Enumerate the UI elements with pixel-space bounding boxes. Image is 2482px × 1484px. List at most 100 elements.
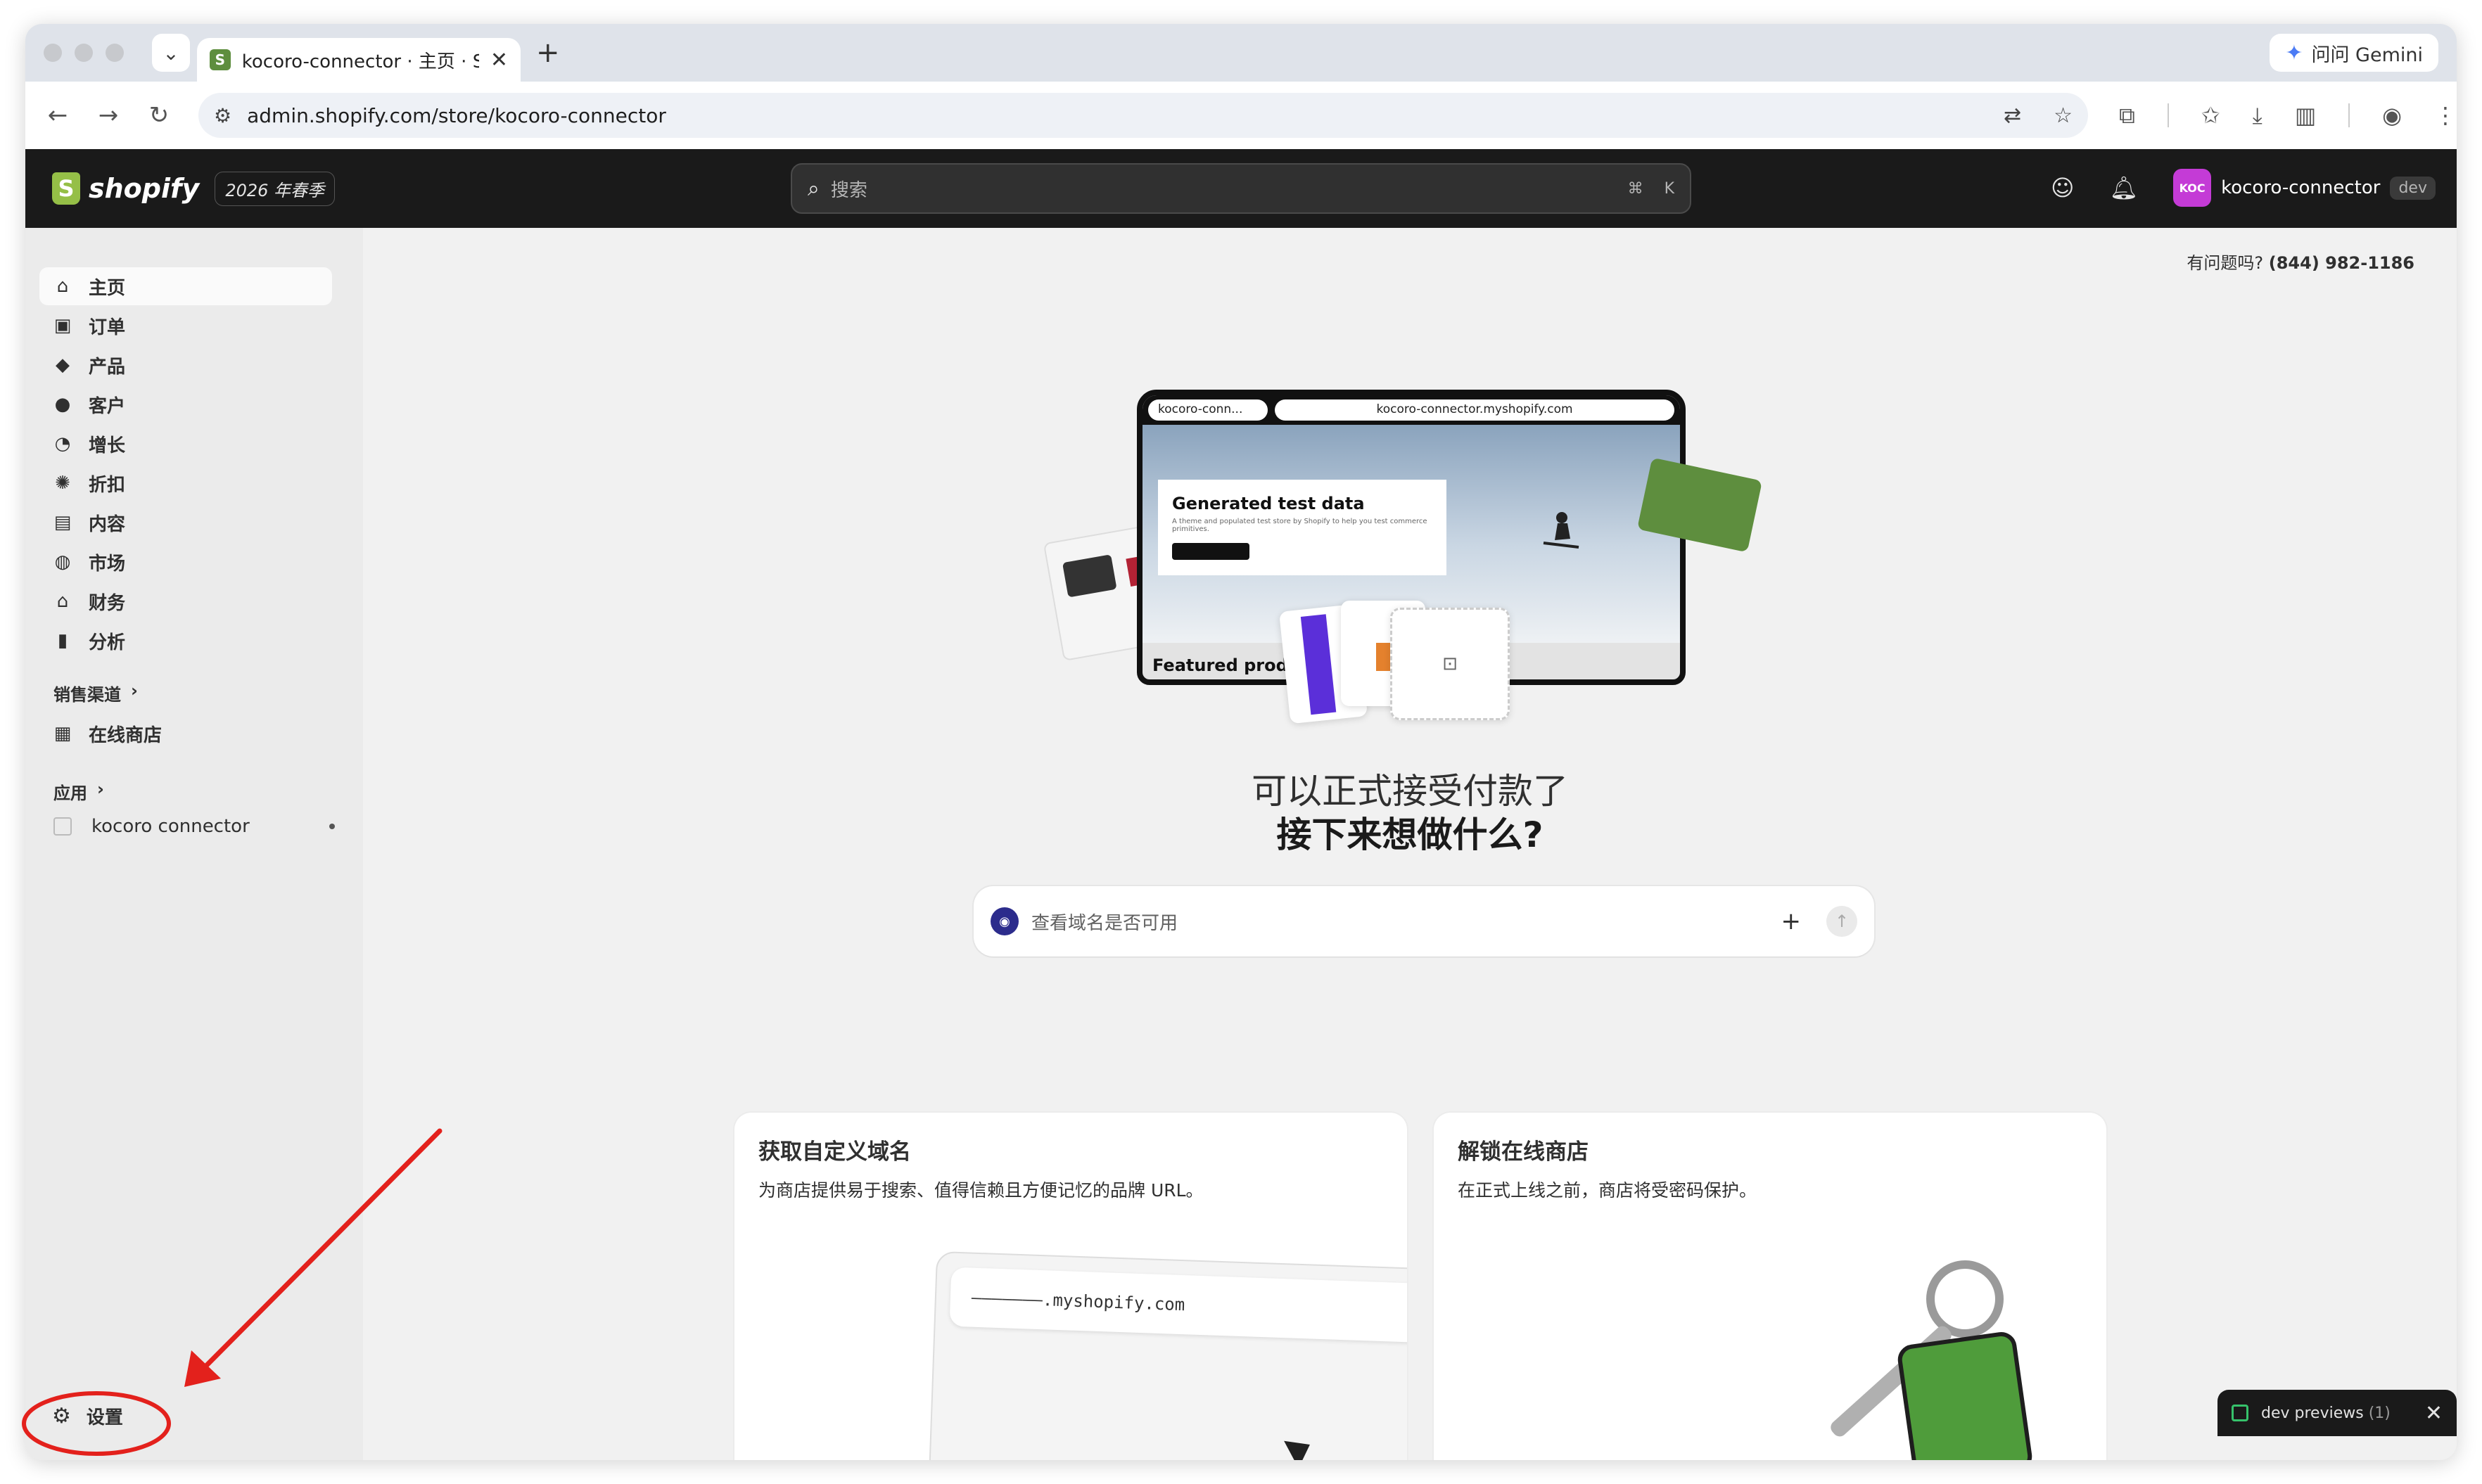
more-menu-icon[interactable]: ⋮ bbox=[2434, 102, 2457, 129]
gear-icon: ⚙ bbox=[52, 1403, 71, 1428]
sidebar-item-label: 在线商店 bbox=[89, 724, 163, 746]
dev-previews-label: dev previews (1) bbox=[2261, 1405, 2398, 1422]
inbox-icon: ▣ bbox=[53, 315, 72, 336]
apps-heading[interactable]: 应用 › bbox=[53, 779, 104, 804]
sidebar-item-label: 内容 bbox=[89, 513, 126, 535]
hero-illustration: kocoro-conn... kocoro-connector.myshopif… bbox=[1043, 390, 1763, 724]
sidebar-item-settings[interactable]: ⚙ 设置 bbox=[39, 1397, 332, 1435]
app-icon bbox=[53, 817, 72, 836]
bookmarks-icon[interactable]: ✩ bbox=[2201, 102, 2220, 129]
dev-previews-panel[interactable]: dev previews (1) ✕ bbox=[2217, 1390, 2457, 1436]
shortcut-key: K bbox=[1664, 179, 1674, 198]
sidekick-avatar-icon: ◉ bbox=[991, 907, 1019, 935]
sidebar-item-markets[interactable]: ◍ 市场 bbox=[39, 543, 332, 581]
main-content: 有问题吗? (844) 982-1186 kocoro-conn... koco… bbox=[363, 228, 2457, 1460]
sidebar-item-finance[interactable]: ⌂ 财务 bbox=[39, 582, 332, 620]
product-photos-image: ⊡ bbox=[1278, 601, 1510, 724]
storefront-icon: ▦ bbox=[53, 723, 72, 744]
settings-label: 设置 bbox=[86, 1407, 123, 1428]
gemini-sparkle-icon: ✦ bbox=[2285, 40, 2303, 65]
image-placeholder-icon: ⊡ bbox=[1390, 608, 1510, 720]
sidekick-prompt-input[interactable]: ◉ 查看域名是否可用 + ↑ bbox=[974, 886, 1874, 957]
search-icon: ⌕ bbox=[808, 176, 820, 201]
minimize-window-button[interactable] bbox=[75, 44, 93, 62]
send-arrow-icon[interactable]: ↑ bbox=[1826, 906, 1857, 937]
sidebar-item-discounts[interactable]: ✺ 折扣 bbox=[39, 464, 332, 502]
help-prefix: 有问题吗? bbox=[2187, 253, 2264, 273]
window-controls bbox=[44, 44, 124, 62]
zoom-window-button[interactable] bbox=[106, 44, 124, 62]
new-tab-button[interactable]: + bbox=[536, 37, 560, 69]
card-title: 获取自定义域名 bbox=[758, 1139, 911, 1165]
dev-previews-count: (1) bbox=[2368, 1404, 2391, 1422]
site-info-icon[interactable]: ⚙ bbox=[214, 104, 231, 127]
sidebar-item-app[interactable]: kocoro connector bbox=[53, 816, 349, 837]
store-menu[interactable]: KOC kocoro-connector dev bbox=[2173, 169, 2436, 207]
prompt-placeholder[interactable]: 查看域名是否可用 bbox=[1031, 909, 1769, 935]
profile-icon[interactable]: ◉ bbox=[2382, 102, 2402, 129]
unlock-store-card[interactable]: 解锁在线商店 在正式上线之前，商店将受密码保护。 bbox=[1434, 1113, 2106, 1460]
sales-channels-heading[interactable]: 销售渠道 › bbox=[53, 681, 138, 705]
sidebar-item-products[interactable]: ◆ 产品 bbox=[39, 346, 332, 384]
globe-icon: ◍ bbox=[54, 551, 71, 573]
close-window-button[interactable] bbox=[44, 44, 62, 62]
bookmark-star-icon[interactable]: ☆ bbox=[2054, 103, 2073, 128]
chevron-right-icon: › bbox=[131, 681, 138, 701]
card-subtitle: 在正式上线之前，商店将受密码保护。 bbox=[1458, 1180, 1757, 1201]
download-icon[interactable]: ⤓ bbox=[2253, 102, 2263, 129]
store-avatar: KOC bbox=[2173, 169, 2212, 207]
close-icon[interactable]: ✕ bbox=[2425, 1401, 2443, 1426]
translate-icon[interactable]: ⇄ bbox=[2004, 103, 2021, 128]
search-shortcut: ⌘ K bbox=[1628, 180, 1674, 198]
chevron-right-icon: › bbox=[97, 779, 104, 799]
sidebar-item-customers[interactable]: ● 客户 bbox=[39, 385, 332, 423]
back-arrow-icon[interactable]: ← bbox=[32, 101, 83, 129]
sidebar-item-orders[interactable]: ▣ 订单 bbox=[39, 307, 332, 345]
sidebar-item-label: 市场 bbox=[89, 553, 126, 575]
extensions-icon[interactable]: ⧉ bbox=[2119, 102, 2135, 129]
topbar-actions: ☺ 🔔︎ KOC kocoro-connector dev bbox=[2051, 169, 2436, 207]
edition-badge[interactable]: 2026 年春季 bbox=[215, 171, 336, 206]
custom-domain-card[interactable]: 获取自定义域名 为商店提供易于搜索、值得信赖且方便记忆的品牌 URL。 ————… bbox=[734, 1113, 1407, 1460]
shopify-logo[interactable]: S shopify bbox=[52, 172, 199, 205]
help-phone-link[interactable]: (844) 982-1186 bbox=[2269, 253, 2414, 273]
browser-window: ⌄ S kocoro-connector · 主页 · Sh ✕ + ✦ 问问 … bbox=[25, 24, 2457, 1460]
address-bar[interactable]: ⚙ admin.shopify.com/store/kocoro-connect… bbox=[198, 93, 2088, 138]
tab-title: kocoro-connector · 主页 · Sh bbox=[241, 51, 479, 72]
forward-arrow-icon[interactable]: → bbox=[83, 101, 134, 129]
notifications-bell-icon[interactable]: 🔔︎ bbox=[2109, 174, 2138, 201]
skier-image bbox=[1543, 512, 1579, 549]
gemini-label: 问问 Gemini bbox=[2311, 44, 2423, 66]
toolbar-divider bbox=[2348, 103, 2350, 127]
sidebar-item-content[interactable]: ▤ 内容 bbox=[39, 504, 332, 542]
gemini-button[interactable]: ✦ 问问 Gemini bbox=[2270, 34, 2438, 72]
domain-bar-text: ———————.myshopify.com bbox=[949, 1267, 1407, 1343]
help-contact: 有问题吗? (844) 982-1186 bbox=[2187, 249, 2414, 274]
active-tab[interactable]: S kocoro-connector · 主页 · Sh ✕ bbox=[197, 38, 521, 82]
toolbar-divider bbox=[2167, 103, 2169, 127]
key-mascot-illustration bbox=[1800, 1260, 2053, 1460]
card-subtitle: 为商店提供易于搜索、值得信赖且方便记忆的品牌 URL。 bbox=[758, 1180, 1204, 1201]
content-icon: ▤ bbox=[53, 512, 72, 533]
sidebar-item-online-store[interactable]: ▦ 在线商店 bbox=[39, 715, 332, 753]
sidebar-item-growth[interactable]: ◔ 增长 bbox=[39, 425, 332, 463]
tab-close-icon[interactable]: ✕ bbox=[490, 48, 508, 72]
sidebar-item-label: 产品 bbox=[89, 356, 126, 378]
preview-domain: kocoro-connector.myshopify.com bbox=[1275, 399, 1674, 421]
tag-icon: ◆ bbox=[56, 354, 70, 376]
sidebar-item-analytics[interactable]: ▮ 分析 bbox=[39, 622, 332, 660]
reload-icon[interactable]: ↻ bbox=[134, 101, 184, 129]
home-icon: ⌂ bbox=[56, 276, 69, 297]
bar-chart-icon: ▮ bbox=[57, 630, 68, 651]
search-bar[interactable]: ⌕ 搜索 ⌘ K bbox=[791, 163, 1691, 214]
app-name: kocoro connector bbox=[91, 816, 250, 837]
add-attachment-icon[interactable]: + bbox=[1781, 907, 1802, 935]
url-text[interactable]: admin.shopify.com/store/kocoro-connector bbox=[247, 104, 1971, 127]
sidebar-item-label: 客户 bbox=[89, 395, 126, 417]
app-status-dot bbox=[329, 824, 335, 829]
headline-line1: 可以正式接受付款了 bbox=[1252, 771, 1568, 812]
reading-list-icon[interactable]: ▥ bbox=[2295, 102, 2316, 129]
sidekick-icon[interactable]: ☺ bbox=[2051, 174, 2074, 201]
sidebar-item-home[interactable]: ⌂ 主页 bbox=[39, 267, 332, 305]
tab-search-button[interactable]: ⌄ bbox=[152, 34, 190, 72]
